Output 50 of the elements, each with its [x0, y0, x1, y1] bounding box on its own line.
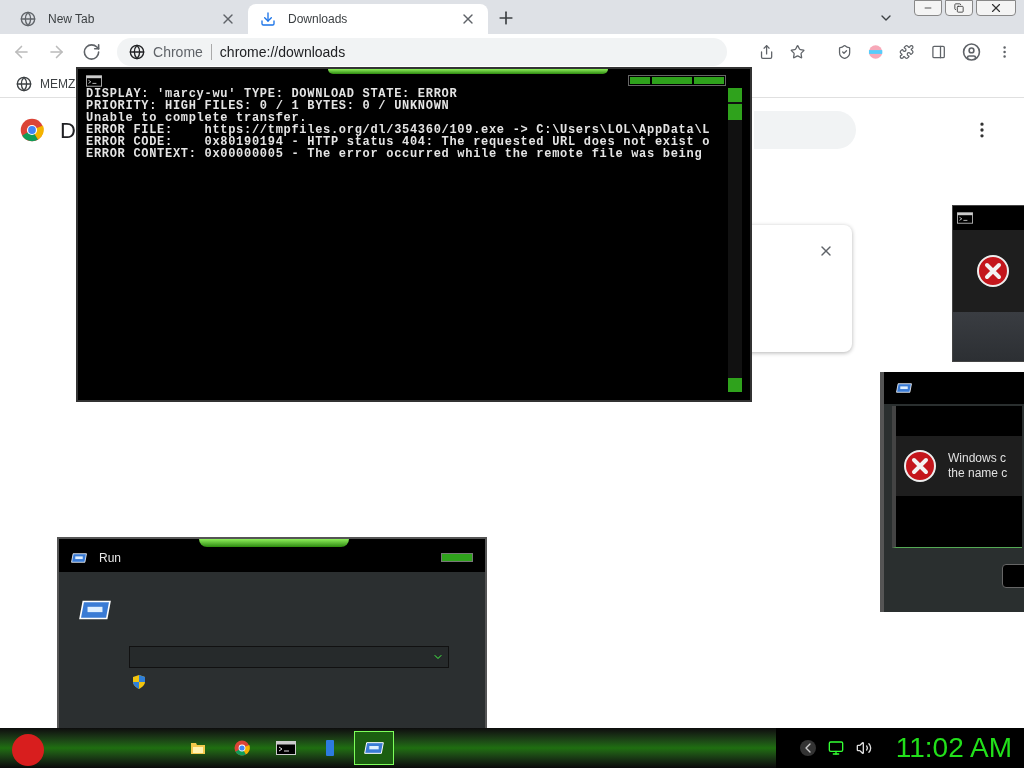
network-icon[interactable]	[827, 740, 844, 756]
minimize-icon[interactable]	[914, 0, 942, 16]
browser-tab[interactable]: New Tab	[8, 4, 248, 34]
console-line: ERROR CODE: 0x80190194 - HTTP status 404: The requested URL does not exist o	[86, 136, 712, 148]
address-bar[interactable]: Chrome chrome://downloads	[117, 38, 727, 66]
shield-icon[interactable]	[836, 44, 853, 60]
error-icon	[977, 255, 1009, 287]
run-icon	[71, 551, 87, 564]
run-icon	[896, 382, 912, 394]
url-text: chrome://downloads	[219, 42, 346, 62]
browser-tab[interactable]: Downloads	[248, 4, 488, 34]
console-line: DISPLAY: 'marcy-wu' TYPE: DOWNLOAD STATE: ERROR	[86, 88, 459, 100]
run-icon	[79, 598, 111, 622]
download-icon	[260, 11, 276, 27]
reload-icon[interactable]	[82, 42, 102, 62]
globe-icon	[20, 11, 36, 27]
error-message: Windows c	[948, 451, 1007, 466]
close-icon[interactable]	[976, 0, 1016, 16]
page-heading: D	[60, 116, 76, 145]
taskbar-button[interactable]	[354, 731, 394, 765]
globe-icon	[16, 75, 32, 92]
error-icon	[904, 450, 936, 482]
console-line: PRIORITY: HIGH FILES: 0 / 1 BYTES: 0 / UNKNOWN	[86, 100, 451, 112]
volume-icon[interactable]	[855, 740, 872, 756]
tray-chevron-icon[interactable]	[799, 740, 816, 756]
window-title: Run	[99, 549, 121, 567]
error-message: the name c	[948, 466, 1008, 481]
console-line: Unable to complete transfer.	[86, 112, 308, 124]
restore-icon[interactable]	[945, 0, 973, 16]
footer-panel	[953, 312, 1024, 361]
shield-icon	[131, 674, 147, 690]
console-line: ERROR CONTEXT: 0x00000005 - The error occurred while the remote file was being	[86, 148, 704, 160]
globe-icon	[129, 44, 146, 60]
browser-icon	[234, 740, 250, 756]
folder-icon	[190, 740, 206, 756]
profile-icon[interactable]	[961, 42, 981, 62]
run-icon	[364, 740, 384, 756]
console-icon	[957, 212, 973, 224]
console-icon	[276, 740, 296, 756]
star-icon[interactable]	[789, 44, 805, 60]
open-field[interactable]	[129, 646, 449, 668]
console-line: ERROR FILE: https://tmpfiles.org/dl/354360/109.exe -> C:\Users\LOL\AppData\L	[86, 124, 712, 136]
puzzle-icon[interactable]	[899, 44, 915, 60]
console-icon	[86, 74, 102, 87]
bookmark[interactable]: MEMZ	[16, 74, 76, 93]
site-name: Chrome	[153, 42, 203, 62]
sidebar-icon[interactable]	[930, 44, 946, 60]
scrollbar[interactable]	[728, 88, 742, 392]
browser-logo-icon	[20, 118, 44, 142]
share-icon[interactable]	[758, 44, 774, 60]
